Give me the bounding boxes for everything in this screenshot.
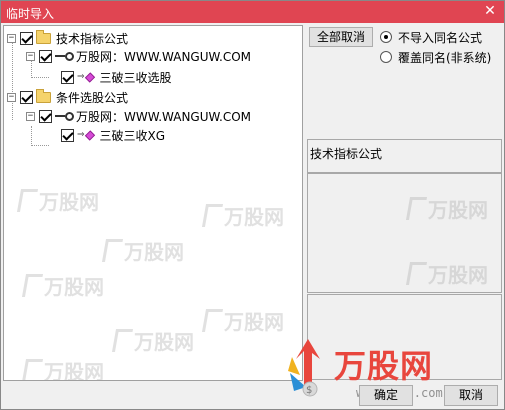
watermark-logo: 万股网 [114,326,194,355]
group-checkbox[interactable] [20,90,33,104]
formula-label: 三破三收XG [99,128,166,143]
watermark-logo: 万股网 [24,271,104,300]
tree-connector [31,145,49,146]
key-icon [55,51,74,61]
ok-button[interactable]: 确定 [359,385,413,406]
close-icon[interactable]: ✕ [482,3,498,19]
formula-type-label: 技术指标公式 [310,147,383,161]
svg-text:$: $ [306,385,312,396]
formula-gem-icon [84,71,95,83]
radio-label: 覆盖同名(非系统) [398,50,492,65]
dialog-title: 临时导入 [6,7,55,21]
collapse-icon[interactable]: − [7,33,16,43]
formula-checkbox[interactable] [61,70,74,84]
collapse-icon[interactable]: − [26,51,35,61]
formula-gem-icon [84,129,95,141]
cancel-button[interactable]: 取消 [444,385,498,406]
tree-connector [12,40,13,120]
logo-arrow-icon: $ [288,339,320,397]
source-label: 万股网：WWW.WANGUW.COM [76,109,251,124]
formula-label: 三破三收选股 [99,70,172,85]
radio-no-import[interactable]: 不导入同名公式 [380,29,482,45]
arrow-icon: ⇒ [77,130,85,140]
title-bar: 临时导入 ✕ [1,1,504,23]
group-label: 技术指标公式 [56,31,129,46]
watermark-logo: 万股网 [24,356,104,380]
radio-label: 不导入同名公式 [398,30,483,45]
radio-overwrite[interactable]: 覆盖同名(非系统) [380,49,491,65]
tree-node-formula[interactable]: ⇒ 三破三收XG [61,126,165,144]
group-label: 条件选股公式 [56,90,129,105]
formula-type-panel: 技术指标公式 [307,139,502,173]
tree-connector [31,77,49,78]
formula-tree[interactable]: − 技术指标公式 − 万股网：WWW.WANGUW.COM ⇒ 三破三收选股 −… [3,25,303,381]
folder-icon [36,29,51,44]
group-checkbox[interactable] [20,31,33,45]
watermark-logo: 万股网 [204,306,284,335]
radio-button[interactable] [380,31,392,43]
arrow-icon: ⇒ [77,72,85,82]
source-checkbox[interactable] [39,109,52,123]
collapse-icon[interactable]: − [7,92,16,102]
formula-checkbox[interactable] [61,128,74,142]
watermark-logo: 万股网 [104,236,184,265]
source-label: 万股网：WWW.WANGUW.COM [76,49,251,64]
tree-node-source[interactable]: − 万股网：WWW.WANGUW.COM [26,107,251,125]
tree-node-source[interactable]: − 万股网：WWW.WANGUW.COM [26,47,251,65]
cancel-all-button[interactable]: 全部取消 [309,27,373,47]
radio-button[interactable] [380,51,392,63]
key-icon [55,111,74,121]
folder-icon [36,88,51,103]
watermark-logo: 万股网 [204,201,284,230]
formula-description-panel: 万股网 万股网 [307,173,502,293]
tree-node-group[interactable]: − 技术指标公式 [7,29,128,47]
import-dialog: 临时导入 ✕ − 技术指标公式 − 万股网：WWW.WANGUW.COM ⇒ 三… [0,0,505,410]
logo-brand-text: 万股网 [334,347,434,385]
watermark-logo: 万股网 [19,186,99,215]
tree-connector [31,126,32,146]
tree-node-formula[interactable]: ⇒ 三破三收选股 [61,68,172,86]
watermark-logo: 万股网 [408,259,488,288]
watermark-logo: 万股网 [408,194,488,223]
tree-node-group[interactable]: − 条件选股公式 [7,88,128,106]
source-checkbox[interactable] [39,49,52,63]
collapse-icon[interactable]: − [26,111,35,121]
